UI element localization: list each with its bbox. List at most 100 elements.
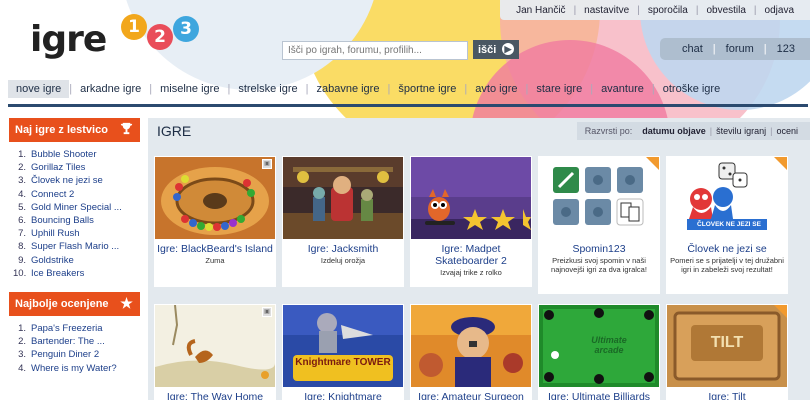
user-name-link[interactable]: Jan Hančič: [508, 5, 573, 16]
game-title[interactable]: Igre: BlackBeard's Island: [154, 240, 276, 255]
star-icon: ★: [120, 295, 133, 312]
main-nav: nove igre | arkadne igre | miselne igre | s…: [8, 73, 810, 105]
list-item[interactable]: 3. Penguin Diner 2: [13, 348, 136, 361]
list-item[interactable]: 6. Bouncing Balls: [13, 214, 136, 227]
list-item[interactable]: 9. Goldstrike: [13, 254, 136, 267]
community-links: chat | forum | 123: [660, 38, 810, 60]
list-item[interactable]: 8. Super Flash Mario ...: [13, 240, 136, 253]
nav-item-avanture[interactable]: avanture: [593, 80, 652, 98]
search-button[interactable]: išči ▶: [473, 40, 519, 59]
game-title[interactable]: Igre: The Way Home: [154, 388, 276, 400]
top-rated-box: Najbolje ocenjene ★ 1. Papa's Freezeria 2.…: [9, 292, 140, 379]
thumbnail-caption: Ultimate arcade: [591, 335, 627, 355]
new-corner-icon: [774, 157, 787, 170]
sidebar: Naj igre z lestvico 1. Bubble Shooter 2. Go…: [9, 118, 140, 379]
list-item-rank: 4.: [18, 188, 26, 200]
game-thumbnail: ▣: [155, 157, 275, 239]
game-title[interactable]: Igre: Knightmare: [282, 388, 404, 400]
list-item-link[interactable]: Bouncing Balls: [31, 215, 94, 226]
list-item[interactable]: 2. Gorillaz Tiles: [13, 161, 136, 174]
settings-link[interactable]: nastavitve: [576, 5, 637, 16]
list-item-link[interactable]: Super Flash Mario ...: [31, 241, 119, 252]
nav-item-zabavne-igre[interactable]: zabavne igre: [308, 80, 387, 98]
sort-label: Razvrsti po:: [584, 126, 633, 136]
list-item[interactable]: 2. Bartender: The ...: [13, 335, 136, 348]
game-card[interactable]: Igre: Madpet Skateboarder 2 Izvajaj trik…: [410, 156, 532, 287]
list-item[interactable]: 3. Človek ne jezi se: [13, 174, 136, 187]
thumbnail-caption: ČLOVEK NE JEZI SE: [697, 221, 761, 228]
chat-link[interactable]: chat: [672, 43, 713, 55]
list-item-link[interactable]: Connect 2: [31, 189, 74, 200]
list-item-link[interactable]: Uphill Rush: [31, 228, 80, 239]
top-games-header: Naj igre z lestvico: [9, 118, 140, 142]
list-item[interactable]: 7. Uphill Rush: [13, 227, 136, 240]
games-panel-title: IGRE: [157, 123, 192, 139]
game-title[interactable]: Igre: Madpet Skateboarder 2: [410, 240, 532, 267]
game-card[interactable]: Ultimate arcade Igre: Ultimate Billiards: [538, 304, 660, 400]
list-item-rank: 7.: [18, 228, 26, 240]
search-input[interactable]: [282, 41, 468, 60]
user-menu: Jan Hančič | nastavitve | sporočila | obves…: [500, 0, 810, 20]
nav-divider: [8, 104, 808, 107]
top-rated-list: 1. Papa's Freezeria 2. Bartender: The ... 3.…: [9, 316, 140, 379]
game-card[interactable]: ▣ Igre: The Way Home: [154, 304, 276, 400]
game-thumbnail: TILT: [667, 305, 787, 387]
list-item-link[interactable]: Goldstrike: [31, 255, 74, 266]
nav-item-sportne-igre[interactable]: športne igre: [390, 80, 464, 98]
list-item[interactable]: 4. Where is my Water?: [13, 362, 136, 375]
list-item[interactable]: 5. Gold Miner Special ...: [13, 201, 136, 214]
logout-link[interactable]: odjava: [757, 5, 802, 16]
list-item[interactable]: 1. Papa's Freezeria: [13, 322, 136, 335]
game-card[interactable]: ▣ Igre: BlackBeard's Island Zuma: [154, 156, 276, 287]
game-card[interactable]: Knightmare TOWER Igre: Knightmare: [282, 304, 404, 400]
game-title[interactable]: Spomin123: [538, 240, 660, 255]
game-title[interactable]: Igre: Jacksmith: [282, 240, 404, 255]
game-thumbnail: Knightmare TOWER: [283, 305, 403, 387]
notifications-link[interactable]: obvestila: [698, 5, 753, 16]
nav-item-strelske-igre[interactable]: strelske igre: [230, 80, 305, 98]
123-link[interactable]: 123: [767, 43, 805, 55]
game-card[interactable]: ČLOVEK NE JEZI SE Človek ne jezi se Pome…: [666, 156, 788, 294]
list-item-link[interactable]: Bubble Shooter: [31, 149, 97, 160]
list-item-link[interactable]: Gold Miner Special ...: [31, 202, 122, 213]
list-item[interactable]: 10. Ice Breakers: [13, 267, 136, 280]
game-title[interactable]: Igre: Tilt: [666, 388, 788, 400]
game-subtitle: Pomeri se s prijatelji v tej družabni ig…: [670, 256, 784, 274]
sort-by-plays[interactable]: številu igranj: [712, 126, 770, 136]
game-subtitle: Preizkusi svoj spomin v naši najnovejši …: [551, 256, 647, 274]
nav-item-nove-igre[interactable]: nove igre: [8, 80, 70, 98]
list-item-link[interactable]: Penguin Diner 2: [31, 349, 99, 360]
list-item-link[interactable]: Bartender: The ...: [31, 336, 105, 347]
forum-link[interactable]: forum: [716, 43, 764, 55]
list-item[interactable]: 1. Bubble Shooter: [13, 148, 136, 161]
page: igre 1 2 3 išči ▶ Jan Hančič| nastavitve…: [0, 0, 810, 400]
nav-item-avto-igre[interactable]: avto igre: [467, 80, 525, 98]
nav-item-miselne-igre[interactable]: miselne igre: [152, 80, 227, 98]
game-card[interactable]: Igre: Jacksmith Izdeluj orožja: [282, 156, 404, 287]
nav-item-stare-igre[interactable]: stare igre: [528, 80, 590, 98]
nav-item-otroske-igre[interactable]: otroške igre: [655, 80, 728, 98]
list-item-link[interactable]: Ice Breakers: [31, 268, 84, 279]
game-title[interactable]: Igre: Amateur Surgeon: [410, 388, 532, 400]
game-thumbnail: [411, 157, 531, 239]
game-card[interactable]: Igre: Amateur Surgeon: [410, 304, 532, 400]
logo-digit-1: 1: [121, 14, 147, 40]
sort-by-rating[interactable]: oceni: [772, 126, 802, 136]
list-item-link[interactable]: Where is my Water?: [31, 363, 117, 374]
game-title[interactable]: Človek ne jezi se: [666, 240, 788, 255]
list-item-rank: 1.: [18, 149, 26, 160]
game-title[interactable]: Igre: Ultimate Billiards: [538, 388, 660, 400]
list-item-rank: 5.: [18, 201, 26, 213]
new-corner-icon: [646, 157, 659, 170]
list-item[interactable]: 4. Connect 2: [13, 188, 136, 201]
messages-link[interactable]: sporočila: [640, 5, 696, 16]
game-card[interactable]: Spomin123 Preizkusi svoj spomin v naši n…: [538, 156, 660, 294]
list-item-link[interactable]: Gorillaz Tiles: [31, 162, 85, 173]
game-subtitle: Zuma: [205, 256, 225, 265]
game-card[interactable]: TILT Igre: Tilt: [666, 304, 788, 400]
sort-by-date[interactable]: datumu objave: [638, 126, 710, 136]
top-rated-title: Najbolje ocenjene: [15, 298, 109, 311]
list-item-link[interactable]: Človek ne jezi se: [31, 175, 103, 186]
nav-item-arkadne-igre[interactable]: arkadne igre: [72, 80, 149, 98]
list-item-link[interactable]: Papa's Freezeria: [31, 323, 103, 334]
